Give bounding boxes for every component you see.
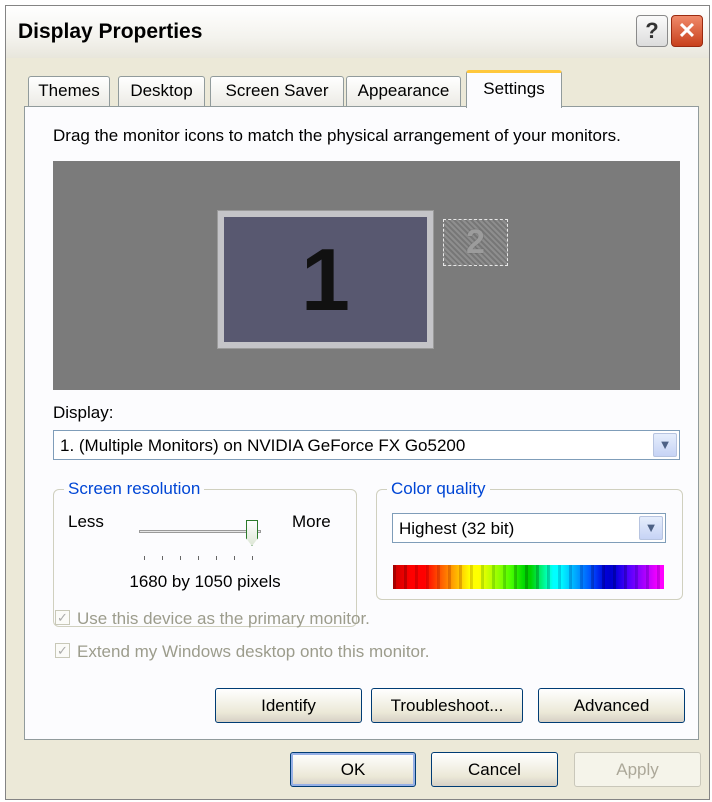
slider-tick: [216, 556, 217, 560]
monitor-arrangement: 1 2: [53, 161, 680, 390]
chevron-down-icon[interactable]: ▼: [653, 433, 677, 457]
ok-button[interactable]: OK: [290, 752, 416, 787]
troubleshoot-button[interactable]: Troubleshoot...: [371, 688, 523, 723]
color-quality-value: Highest (32 bit): [399, 519, 515, 538]
slider-tick: [252, 556, 253, 560]
instruction-text: Drag the monitor icons to match the phys…: [53, 126, 621, 145]
advanced-button[interactable]: Advanced: [538, 688, 685, 723]
close-button[interactable]: ✕: [671, 15, 703, 47]
display-select[interactable]: 1. (Multiple Monitors) on NVIDIA GeForce…: [53, 430, 680, 460]
tab-settings[interactable]: Settings: [466, 70, 562, 108]
color-spectrum-bar: [393, 565, 664, 589]
display-label: Display:: [53, 403, 114, 422]
title-bar[interactable]: Display Properties ? ✕: [6, 6, 709, 58]
tab-screen-saver[interactable]: Screen Saver: [210, 76, 344, 106]
color-quality-legend: Color quality: [387, 479, 490, 499]
slider-tick: [234, 556, 235, 560]
resolution-slider-thumb[interactable]: [246, 520, 258, 546]
apply-button[interactable]: Apply: [574, 752, 701, 787]
primary-monitor-label: Use this device as the primary monitor.: [77, 609, 370, 628]
settings-panel: Drag the monitor icons to match the phys…: [24, 106, 699, 740]
close-icon: ✕: [677, 18, 697, 43]
resolution-slider-track[interactable]: [139, 530, 261, 533]
resolution-value: 1680 by 1050 pixels: [129, 572, 281, 591]
chevron-down-icon[interactable]: ▼: [639, 516, 663, 540]
color-quality-select[interactable]: Highest (32 bit) ▼: [392, 513, 666, 543]
tab-themes[interactable]: Themes: [28, 76, 110, 106]
monitor-2-icon[interactable]: 2: [443, 219, 508, 266]
extend-desktop-label: Extend my Windows desktop onto this moni…: [77, 642, 430, 661]
screen-resolution-group: Screen resolution Less More 1680 by 1050…: [53, 479, 357, 627]
slider-tick: [144, 556, 145, 560]
monitor-1-number: 1: [301, 230, 350, 329]
cancel-button[interactable]: Cancel: [431, 752, 558, 787]
monitor-1-icon[interactable]: 1: [218, 211, 433, 348]
display-properties-window: Display Properties ? ✕ Themes Desktop Sc…: [5, 5, 710, 800]
slider-tick: [198, 556, 199, 560]
window-title: Display Properties: [18, 20, 203, 43]
slider-tick: [162, 556, 163, 560]
less-label: Less: [68, 512, 104, 531]
tab-appearance[interactable]: Appearance: [346, 76, 461, 106]
help-button[interactable]: ?: [636, 15, 668, 47]
more-label: More: [292, 512, 331, 531]
identify-button[interactable]: Identify: [215, 688, 362, 723]
color-quality-group: Color quality Highest (32 bit) ▼: [376, 479, 683, 600]
checkmark-icon[interactable]: ✓: [55, 610, 70, 625]
display-select-value: 1. (Multiple Monitors) on NVIDIA GeForce…: [60, 436, 466, 455]
monitor-2-number: 2: [466, 223, 485, 261]
screen-resolution-legend: Screen resolution: [64, 479, 205, 499]
slider-tick: [180, 556, 181, 560]
help-icon: ?: [645, 18, 659, 43]
checkmark-icon[interactable]: ✓: [55, 643, 70, 658]
tab-desktop[interactable]: Desktop: [118, 76, 205, 106]
